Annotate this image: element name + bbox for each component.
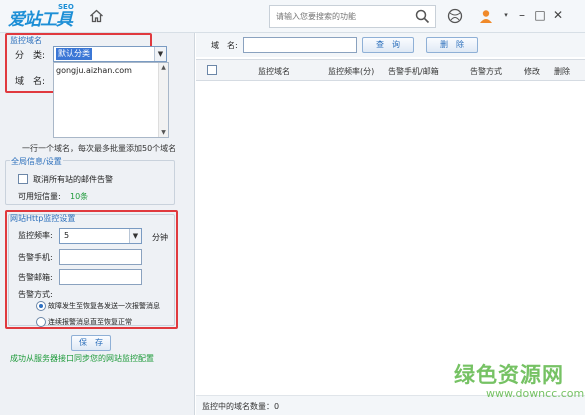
col-edit: 修改 — [524, 67, 540, 76]
col-delete: 删除 — [554, 67, 570, 76]
domain-textarea-text: gongju.aizhan.com — [56, 66, 132, 75]
save-button[interactable]: 保 存 — [71, 335, 111, 351]
filter-domain-input[interactable] — [243, 37, 357, 53]
title-bar: 爱站工具包 SEO ▾ – □ ✕ — [0, 0, 585, 55]
alert-method-once-label: 故障发生至恢复各发送一次报警消息 — [48, 302, 160, 310]
phone-label: 告警手机: — [18, 253, 53, 262]
email-input[interactable] — [59, 269, 142, 285]
monitor-domain-title: 监控域名 — [10, 36, 42, 45]
http-settings-title: 网站Http监控设置 — [10, 214, 76, 223]
alert-method-label: 告警方式: — [18, 290, 53, 299]
alert-method-continuous-label: 连续报警消息直至恢复正常 — [48, 318, 132, 326]
maximize-icon[interactable]: □ — [533, 8, 547, 22]
frequency-label: 监控频率: — [18, 231, 53, 240]
watermark-text: 绿色资源网 — [454, 363, 564, 387]
frequency-unit: 分钟 — [152, 233, 168, 242]
watermark-url: www.downcc.com — [486, 387, 585, 400]
filter-bar: 域 名: 查 询 删 除 — [196, 33, 585, 57]
alert-method-radio-continuous[interactable] — [36, 317, 46, 327]
scroll-down-icon[interactable]: ▼ — [159, 128, 168, 137]
col-contact: 告警手机/邮箱 — [388, 67, 439, 76]
domain-textarea[interactable]: gongju.aizhan.com ▲ ▼ — [53, 62, 169, 138]
chevron-down-icon[interactable]: ▼ — [154, 47, 166, 61]
select-all-checkbox[interactable] — [207, 65, 217, 75]
app-logo: 爱站工具包 SEO — [8, 3, 78, 55]
category-label: 分 类: — [15, 51, 46, 61]
domain-count: 监控中的域名数量：0 — [202, 402, 280, 411]
chevron-down-icon[interactable]: ▼ — [129, 229, 141, 243]
close-icon[interactable]: ✕ — [551, 8, 565, 22]
col-method: 告警方式 — [470, 67, 502, 76]
cancel-alerts-checkbox[interactable] — [18, 174, 28, 184]
home-icon[interactable] — [89, 9, 104, 23]
table-header: 监控域名 监控频率(分) 告警手机/邮箱 告警方式 修改 删除 — [196, 59, 585, 81]
sms-quota-value: 10条 — [70, 192, 89, 201]
col-frequency: 监控频率(分) — [328, 67, 375, 76]
search-box[interactable] — [269, 5, 436, 28]
minimize-icon[interactable]: – — [515, 8, 529, 22]
email-label: 告警邮箱: — [18, 273, 53, 282]
textarea-scrollbar[interactable]: ▲ ▼ — [158, 63, 168, 137]
domain-label: 域 名: — [15, 77, 46, 87]
user-icon[interactable] — [478, 8, 494, 24]
settings-panel: 监控域名 分 类: 默认分类 ▼ 域 名: gongju.aizhan.com … — [0, 33, 195, 415]
category-select[interactable]: 默认分类 ▼ — [53, 46, 167, 62]
category-value: 默认分类 — [56, 48, 92, 60]
scroll-up-icon[interactable]: ▲ — [159, 63, 168, 72]
frequency-select[interactable]: 5 ▼ — [59, 228, 142, 244]
filter-domain-label: 域 名: — [211, 41, 238, 50]
skin-icon[interactable] — [447, 8, 463, 24]
global-settings-title: 全局信息/设置 — [10, 156, 63, 167]
frequency-value: 5 — [64, 231, 70, 240]
phone-input[interactable] — [59, 249, 142, 265]
logo-sup: SEO — [58, 3, 74, 11]
domain-list-panel: 域 名: 查 询 删 除 监控域名 监控频率(分) 告警手机/邮箱 告警方式 修… — [196, 33, 585, 415]
col-domain: 监控域名 — [258, 67, 290, 76]
chevron-down-icon[interactable]: ▾ — [499, 8, 513, 22]
delete-button[interactable]: 删 除 — [426, 37, 478, 53]
cancel-alerts-label: 取消所有站的邮件告警 — [33, 175, 113, 184]
search-icon[interactable] — [415, 9, 430, 24]
domain-hint: 一行一个域名，每次最多批量添加50个域名 — [22, 144, 177, 153]
sync-status: 成功从服务器接口同步您的网站监控配置 — [10, 354, 154, 363]
query-button[interactable]: 查 询 — [362, 37, 414, 53]
sms-quota-label: 可用短信量: — [18, 192, 61, 201]
alert-method-radio-once[interactable] — [36, 301, 46, 311]
search-input[interactable] — [270, 6, 410, 27]
